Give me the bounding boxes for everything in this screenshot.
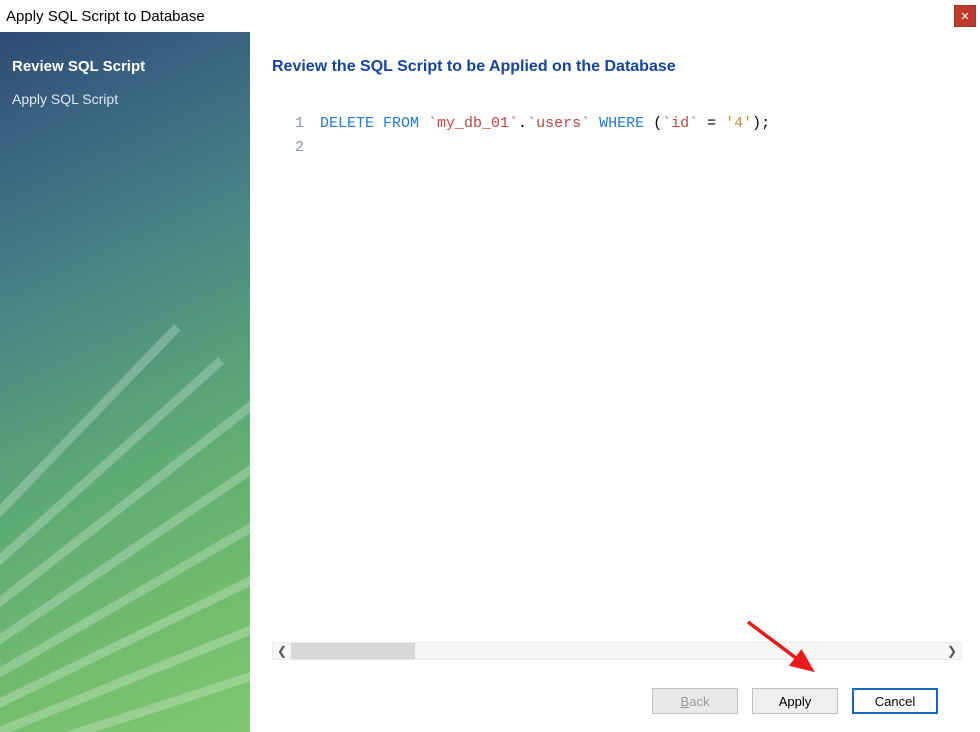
main-pane: Review the SQL Script to be Applied on t…: [250, 32, 980, 732]
scroll-right-icon[interactable]: ❯: [943, 643, 961, 659]
horizontal-scrollbar[interactable]: ❮ ❯: [272, 642, 962, 660]
close-button[interactable]: ✕: [954, 5, 976, 27]
sidebar-step-apply[interactable]: Apply SQL Script: [0, 83, 250, 115]
button-row: Back Apply Cancel: [272, 688, 962, 720]
scroll-left-icon[interactable]: ❮: [273, 643, 291, 659]
sidebar-decoration: [0, 472, 250, 732]
titlebar: Apply SQL Script to Database ✕: [0, 0, 980, 32]
wizard-sidebar: Review SQL Script Apply SQL Script: [0, 32, 250, 732]
scroll-thumb[interactable]: [291, 643, 415, 659]
apply-button[interactable]: Apply: [752, 688, 838, 714]
sidebar-step-review[interactable]: Review SQL Script: [0, 50, 250, 83]
cancel-button[interactable]: Cancel: [852, 688, 938, 714]
editor-gutter: 1 2: [272, 112, 320, 638]
window-title: Apply SQL Script to Database: [6, 8, 205, 25]
line-number: 1: [272, 112, 304, 136]
line-number: 2: [272, 136, 304, 160]
close-icon: ✕: [960, 10, 969, 23]
back-button: Back: [652, 688, 738, 714]
sql-editor[interactable]: 1 2 DELETE FROM `my_db_01`.`users` WHERE…: [272, 112, 962, 638]
editor-code[interactable]: DELETE FROM `my_db_01`.`users` WHERE (`i…: [320, 112, 962, 638]
dialog-body: Review SQL Script Apply SQL Script Revie…: [0, 32, 980, 732]
scroll-track[interactable]: [291, 643, 943, 659]
page-heading: Review the SQL Script to be Applied on t…: [272, 58, 962, 76]
